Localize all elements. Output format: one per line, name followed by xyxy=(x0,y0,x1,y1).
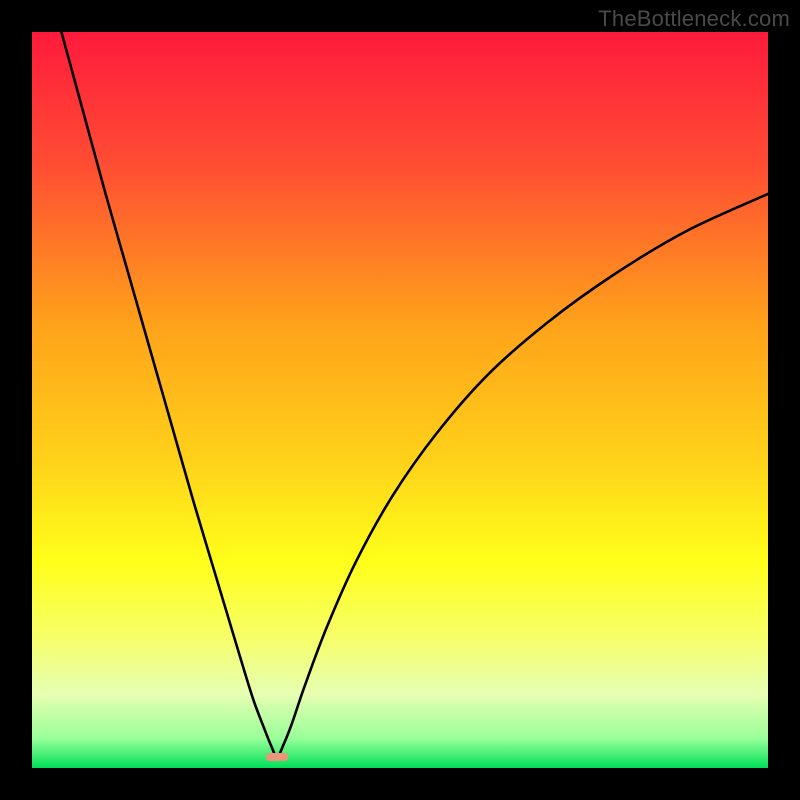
watermark-text: TheBottleneck.com xyxy=(598,6,790,32)
chart-svg xyxy=(32,32,768,768)
chart-frame: TheBottleneck.com xyxy=(0,0,800,800)
plot-area xyxy=(32,32,768,768)
gradient-background xyxy=(32,32,768,768)
minimum-marker xyxy=(266,753,288,761)
